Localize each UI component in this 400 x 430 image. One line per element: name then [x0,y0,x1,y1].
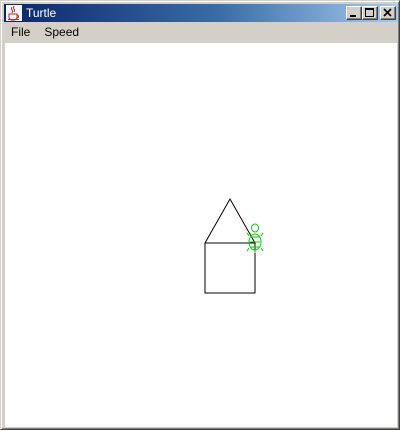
house-drawing [204,197,256,294]
window-controls [346,6,396,20]
window-title: Turtle [26,6,57,20]
close-icon [383,8,392,17]
maximize-icon [365,8,374,17]
app-window: Turtle File Speed [0,0,400,430]
title-bar[interactable]: Turtle [4,4,398,22]
drawing-canvas[interactable] [5,43,397,427]
minimize-icon [350,15,356,17]
java-cup-icon[interactable] [6,5,22,21]
close-button[interactable] [380,6,396,20]
menu-speed[interactable]: Speed [37,23,86,42]
menu-file[interactable]: File [4,23,37,42]
menu-bar: File Speed [4,23,398,42]
turtle-drawing [204,197,264,294]
house-roof [204,197,256,244]
maximize-button[interactable] [362,6,378,20]
minimize-button[interactable] [346,6,362,20]
